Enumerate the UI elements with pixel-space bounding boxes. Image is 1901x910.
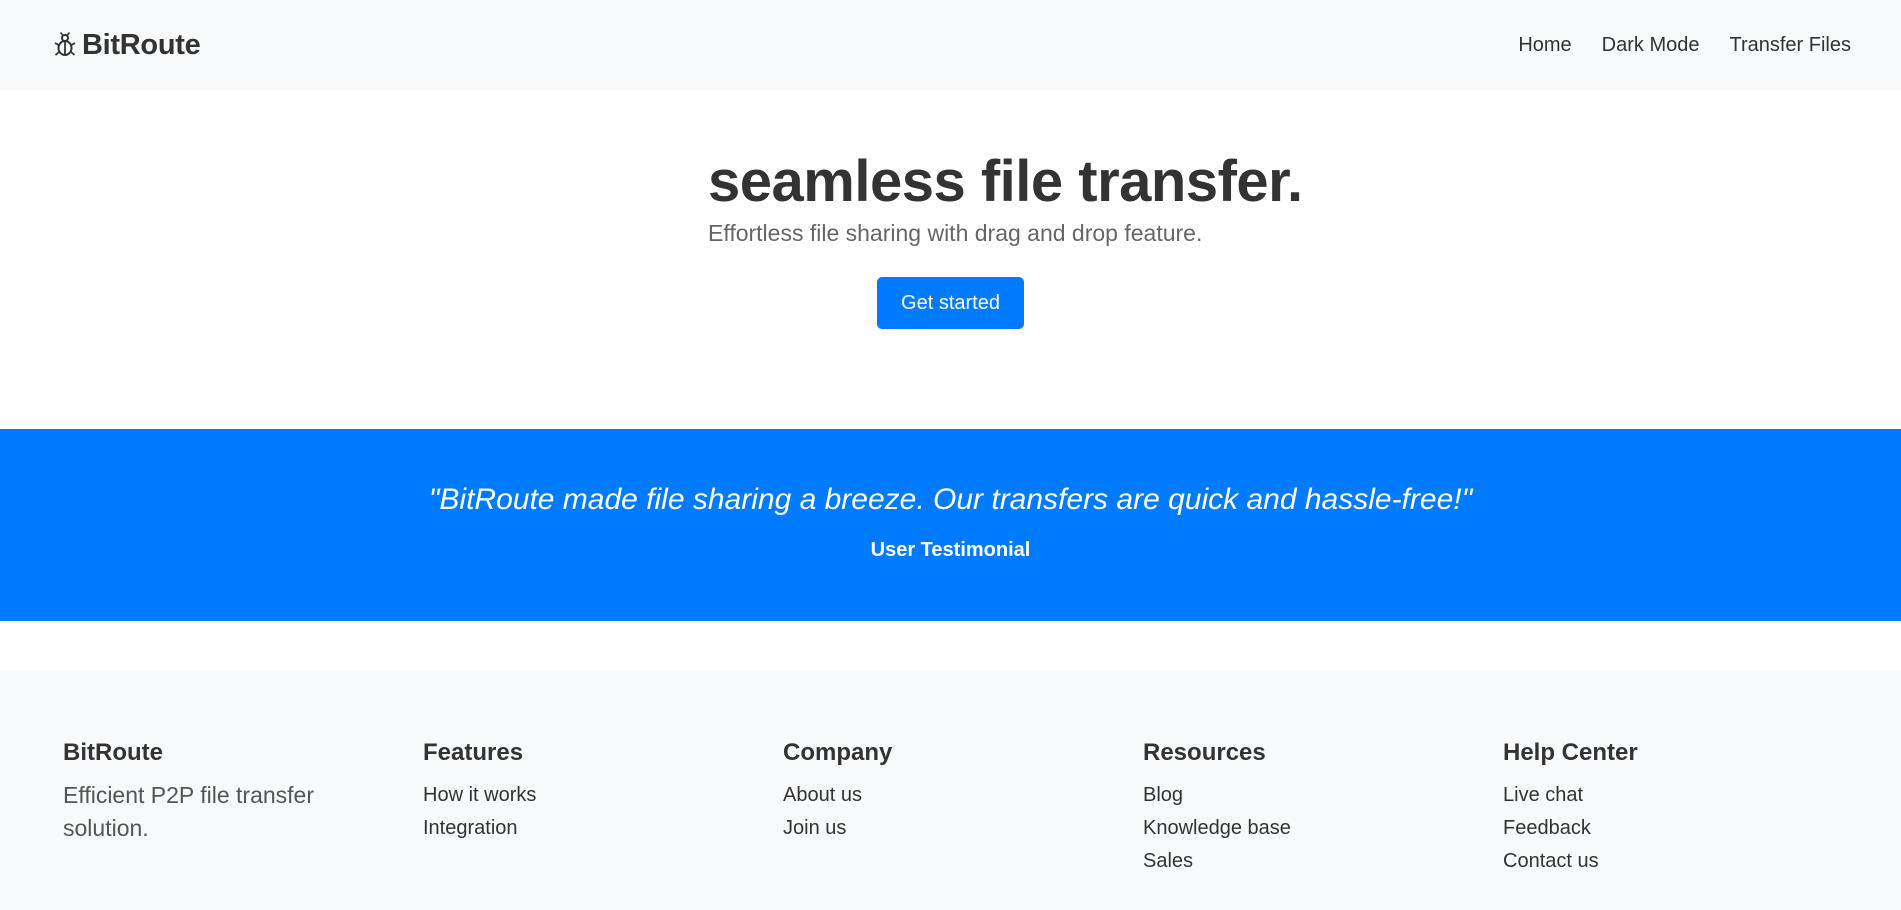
footer-link-contact-us[interactable]: Contact us (1503, 850, 1599, 872)
testimonial-author: User Testimonial (870, 539, 1031, 561)
footer-heading-features: Features (423, 739, 524, 766)
footer-column-help-center: Help Center Live chat Feedback Contact u… (1503, 739, 1863, 910)
footer-link-how-it-works[interactable]: How it works (423, 784, 536, 806)
list-item: Sales (1143, 845, 1503, 878)
beetle-logo-icon (54, 31, 76, 56)
footer-link-feedback[interactable]: Feedback (1503, 817, 1591, 839)
list-item: Integration (423, 812, 783, 845)
footer-link-knowledge-base[interactable]: Knowledge base (1143, 817, 1291, 839)
list-item: About us (783, 779, 1143, 812)
footer-heading-resources: Resources (1143, 739, 1266, 766)
list-item: Join us (783, 812, 1143, 845)
testimonial-quote: "BitRoute made file sharing a breeze. Ou… (428, 483, 1473, 516)
footer-description: Efficient P2P file transfer solution. (63, 782, 315, 841)
footer-heading-help-center: Help Center (1503, 739, 1638, 766)
hero-section: seamless file transfer. Effortless file … (0, 90, 1901, 430)
nav-link-dark-mode[interactable]: Dark Mode (1602, 34, 1700, 57)
footer-heading-company: Company (783, 739, 893, 766)
list-item: Knowledge base (1143, 812, 1503, 845)
brand-name: BitRoute (82, 28, 201, 61)
footer-link-sales[interactable]: Sales (1143, 850, 1193, 872)
footer-column-company: Company About us Join us (783, 739, 1143, 910)
footer-link-live-chat[interactable]: Live chat (1503, 784, 1583, 806)
footer-column-resources: Resources Blog Knowledge base Sales (1143, 739, 1503, 910)
get-started-button[interactable]: Get started (877, 277, 1024, 329)
footer-about: BitRoute Efficient P2P file transfer sol… (63, 739, 423, 910)
nav-links: Home Dark Mode Transfer Files (1518, 34, 1851, 57)
testimonial-section: "BitRoute made file sharing a breeze. Ou… (0, 429, 1901, 621)
list-item: How it works (423, 779, 783, 812)
navbar: BitRoute Home Dark Mode Transfer Files (0, 0, 1901, 90)
footer-link-blog[interactable]: Blog (1143, 784, 1183, 806)
list-item: Contact us (1503, 845, 1863, 878)
footer-column-features: Features How it works Integration (423, 739, 783, 910)
footer-link-integration[interactable]: Integration (423, 817, 518, 839)
hero-title: seamless file transfer. (708, 149, 1303, 214)
hero-subtitle: Effortless file sharing with drag and dr… (708, 219, 1203, 246)
list-item: Blog (1143, 779, 1503, 812)
nav-link-transfer-files[interactable]: Transfer Files (1729, 34, 1851, 57)
footer: BitRoute Efficient P2P file transfer sol… (0, 671, 1901, 910)
nav-link-home[interactable]: Home (1518, 34, 1571, 57)
footer-link-about-us[interactable]: About us (783, 784, 862, 806)
list-item: Feedback (1503, 812, 1863, 845)
list-item: Live chat (1503, 779, 1863, 812)
hero-content: seamless file transfer. Effortless file … (708, 150, 1303, 247)
footer-link-join-us[interactable]: Join us (783, 817, 846, 839)
footer-links-features: How it works Integration (423, 779, 783, 845)
footer-links-resources: Blog Knowledge base Sales (1143, 779, 1503, 878)
brand-link[interactable]: BitRoute (54, 28, 201, 62)
footer-links-company: About us Join us (783, 779, 1143, 845)
footer-brand-heading: BitRoute (63, 739, 163, 766)
footer-links-help-center: Live chat Feedback Contact us (1503, 779, 1863, 878)
